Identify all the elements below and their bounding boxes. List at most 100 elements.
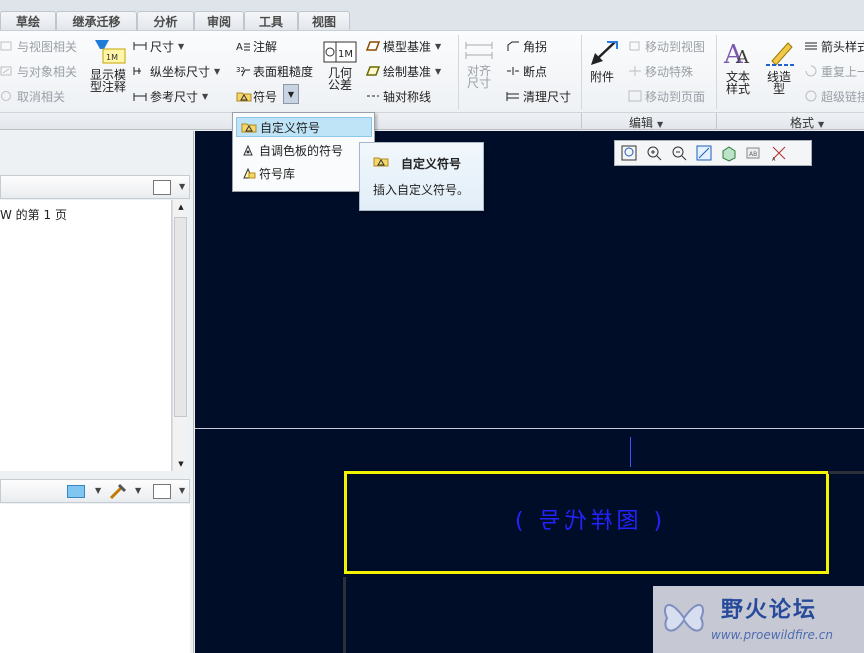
associate-object-button[interactable]: 与对象相关 (0, 61, 77, 81)
surface-finish-button[interactable]: 32 表面粗糙度 (236, 61, 313, 81)
title-block-border (343, 577, 346, 653)
menu-item-palette-symbol[interactable]: 自调色板的符号 (236, 140, 372, 160)
move-to-page-label: 移动到页面 (645, 89, 706, 104)
symbol-library-icon (240, 167, 256, 179)
text-style-button[interactable]: AA 文本样式 (722, 39, 754, 95)
line-style-button[interactable]: 线造型 (762, 39, 796, 95)
surface-finish-label: 表面粗糙度 (253, 64, 314, 79)
forum-watermark: 野火论坛 www.proewildfire.cn (653, 586, 864, 653)
repaint-icon[interactable] (693, 143, 715, 163)
clean-dimensions-button[interactable]: 清理尺寸 (506, 86, 571, 106)
arrow-style-button[interactable]: 箭头样式 (804, 36, 864, 56)
panel-toolbar-bottom: ▼ ▼ ▼ (0, 479, 190, 503)
link-icon (0, 40, 14, 52)
unassociate-button[interactable]: 取消相关 (0, 86, 65, 106)
page-list-item[interactable]: W 的第 1 页 (0, 206, 67, 223)
drawing-canvas[interactable]: AB A ( 图样代号 ) (195, 131, 864, 653)
pencil-icon (764, 39, 794, 67)
group-edit[interactable]: 编辑 ▼ (629, 114, 663, 131)
symbol-dropdown-menu: 自定义符号 自调色板的符号 符号库 (232, 112, 375, 192)
align-dimension-button[interactable]: 对齐尺寸 (462, 41, 496, 89)
dimension-button[interactable]: 尺寸 ▼ (133, 36, 184, 56)
reference-dimension-button[interactable]: 参考尺寸 ▼ (133, 86, 208, 106)
symbol-folder-icon (236, 90, 252, 102)
line-style-label: 线造型 (766, 70, 791, 96)
zoom-out-icon[interactable] (668, 143, 690, 163)
scroll-up-icon[interactable]: ▲ (174, 200, 188, 214)
drawing-code-text[interactable]: ( 图样代号 ) (344, 503, 829, 535)
zoom-in-icon[interactable] (643, 143, 665, 163)
chevron-down-icon[interactable]: ▼ (135, 486, 141, 495)
show-model-annotations-icon: 1M (93, 37, 126, 65)
associate-object-label: 与对象相关 (17, 64, 78, 79)
move-to-page-button[interactable]: 移动到页面 (628, 86, 705, 106)
draw-datum-button[interactable]: 绘制基准 ▼ (365, 61, 441, 81)
tab-review[interactable]: 审阅 (194, 11, 244, 31)
associate-view-label: 与视图相关 (17, 39, 78, 54)
view-toolbar: AB A (614, 140, 812, 166)
model-datum-button[interactable]: 模型基准 ▼ (365, 36, 441, 56)
breakpoint-button[interactable]: 断点 (506, 61, 547, 81)
jog-label: 角拐 (523, 39, 548, 54)
ordinate-dimension-icon (133, 65, 147, 77)
note-button[interactable]: A 注解 (236, 36, 277, 56)
tab-view[interactable]: 视图 (298, 11, 350, 31)
tab-inherit-migrate[interactable]: 继承迁移 (56, 11, 137, 31)
hyperlink-icon (804, 90, 818, 102)
ordinate-dimension-button[interactable]: 纵坐标尺寸 ▼ (133, 61, 220, 81)
scroll-down-icon[interactable]: ▼ (174, 457, 188, 471)
move-to-view-label: 移动到视图 (645, 39, 706, 54)
menu-item-custom-symbol[interactable]: 自定义符号 (236, 117, 372, 137)
menu-item-symbol-library-label: 符号库 (259, 166, 296, 181)
svg-text:A: A (735, 47, 750, 67)
custom-symbol-icon (241, 121, 257, 133)
annotation-display-icon[interactable]: AB (743, 143, 765, 163)
axis-display-icon[interactable]: A (768, 143, 790, 163)
associate-view-button[interactable]: 与视图相关 (0, 36, 77, 56)
symbol-button[interactable]: 符号 (236, 86, 277, 106)
attach-button[interactable]: 附件 (584, 39, 620, 83)
layer-tree (0, 504, 190, 653)
tab-tools[interactable]: 工具 (244, 11, 298, 31)
list-options-icon[interactable] (153, 484, 171, 499)
palette-symbol-icon (240, 144, 256, 156)
ordinate-dimension-label: 纵坐标尺寸 (150, 64, 211, 79)
group-separator (716, 113, 717, 130)
arrow-style-icon (804, 40, 818, 52)
repeat-last-button[interactable]: 重复上一 (804, 61, 864, 81)
tab-sketch[interactable]: 草绘 (0, 11, 56, 31)
refit-icon[interactable] (618, 143, 640, 163)
show-model-annotations-button[interactable]: 1M 显示模型注释 (88, 37, 128, 93)
move-to-view-button[interactable]: 移动到视图 (628, 36, 705, 56)
chevron-down-icon[interactable]: ▼ (95, 486, 101, 495)
datum-plane-icon (365, 40, 381, 52)
note-icon: A (236, 40, 250, 53)
reference-dimension-icon (133, 90, 147, 102)
clean-dimensions-label: 清理尺寸 (523, 89, 572, 104)
left-panel: ▼ W 的第 1 页 ▲ ▼ ▼ ▼ ▼ (0, 131, 194, 653)
scroll-thumb[interactable] (174, 217, 187, 417)
sheet-border-line (195, 428, 864, 429)
jog-button[interactable]: 角拐 (506, 36, 547, 56)
move-special-label: 移动特殊 (645, 64, 694, 79)
symbol-dropdown-toggle[interactable]: ▼ (283, 84, 299, 104)
butterfly-logo-icon (659, 592, 709, 644)
chevron-down-icon[interactable]: ▼ (179, 182, 185, 191)
display-style-icon[interactable] (718, 143, 740, 163)
page-list-scrollbar[interactable]: ▲ ▼ (172, 200, 188, 471)
axis-symmetry-button[interactable]: 轴对称线 (366, 86, 431, 106)
menu-item-symbol-library[interactable]: 符号库 (236, 163, 372, 183)
tab-analysis[interactable]: 分析 (137, 11, 194, 31)
custom-symbol-icon (373, 155, 389, 167)
tools-icon[interactable] (109, 483, 127, 500)
chevron-down-icon[interactable]: ▼ (179, 486, 185, 495)
repeat-last-label: 重复上一 (821, 64, 864, 79)
move-special-button[interactable]: 移动特殊 (628, 61, 693, 81)
ribbon-separator (716, 35, 717, 109)
ribbon-group-bar: 编辑 ▼ 格式 ▼ (0, 112, 864, 130)
geometric-tolerance-button[interactable]: 1M 几何公差 (322, 41, 358, 91)
hyperlink-button[interactable]: 超级链接 (804, 86, 864, 106)
list-options-icon[interactable] (153, 180, 171, 195)
group-format[interactable]: 格式 ▼ (790, 114, 824, 131)
eraser-icon[interactable] (67, 485, 85, 498)
